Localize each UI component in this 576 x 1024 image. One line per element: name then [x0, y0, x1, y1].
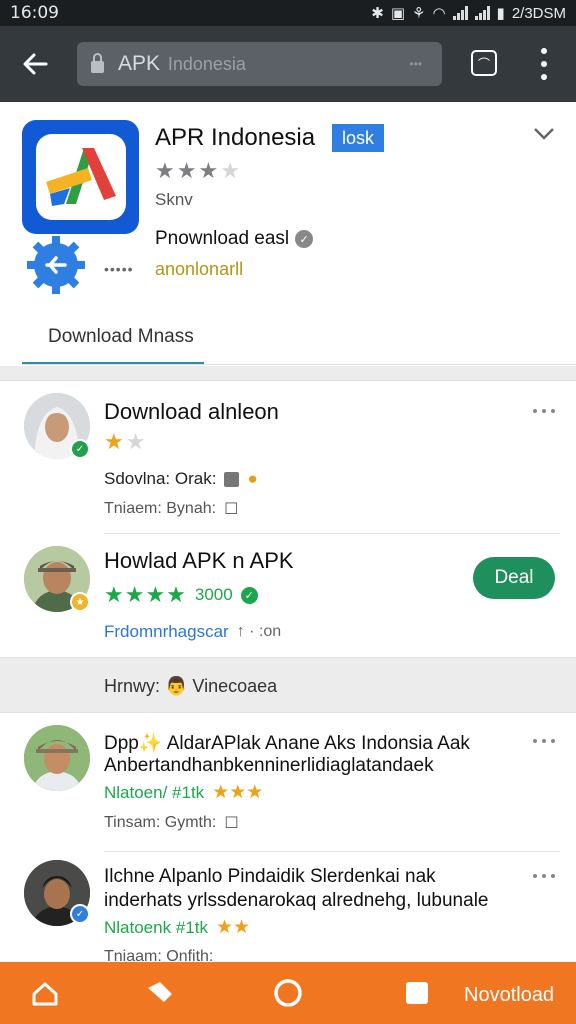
- item-rating-stars: ★ ★: [104, 431, 145, 453]
- item-tag: Nlatoenk #1tk: [104, 917, 208, 937]
- list-item[interactable]: ✓ Download alnleon ★ ★ Sdovlna: Orak: ● …: [0, 381, 576, 531]
- thumbs-up-icon: ☐: [224, 815, 239, 832]
- star-icon: ★: [176, 158, 197, 183]
- item-more-button[interactable]: [533, 409, 555, 413]
- item-link-suffix: ↑ · :on: [236, 623, 282, 640]
- item-title: Dpp✨ AldarAPlak Anane Aks Indonsia Aak: [104, 733, 470, 754]
- app-size: Sknv: [155, 190, 193, 209]
- item-tag: Nlatoen/ #1tk: [104, 782, 205, 802]
- item-tag-row: Nlatoen/ #1tk ★★★: [104, 781, 263, 804]
- list-item[interactable]: ✓ Ilchne Alpanlo Pindaidik Slerdenkai na…: [0, 852, 576, 973]
- star-icon: ★: [104, 429, 124, 454]
- item-meta: Sdovlna: Orak: ●: [104, 469, 258, 489]
- list-item[interactable]: ★ Howlad APK n APK ★★★★ 3000 ✓ Frdomnrha…: [0, 534, 576, 659]
- thumbs-up-icon: ☐: [224, 501, 239, 518]
- rating-value: 3000: [194, 585, 233, 604]
- verified-badge-icon: ✓: [70, 439, 90, 459]
- app-rating-stars: ★ ★ ★ ★: [155, 160, 240, 182]
- url-suffix: •••: [409, 57, 422, 71]
- battery-icon: ▮: [496, 5, 505, 22]
- status-bar: 16:09 ✱ ▣ ⚘ ◠ ▮ 2/3DSM: [0, 0, 576, 26]
- item-meta: Tinsam: Gymth: ☐: [104, 813, 239, 833]
- verified-icon: ✓: [240, 586, 258, 604]
- app-title: APR Indonesia: [155, 124, 316, 151]
- star-icon: ★: [155, 158, 175, 183]
- status-icons: ✱ ▣ ⚘ ◠ ▮ 2/3DSM: [371, 4, 566, 23]
- item-title: Howlad APK n APK: [104, 548, 294, 573]
- rating-stars: ★★: [215, 917, 251, 938]
- deal-button[interactable]: Deal: [473, 557, 555, 599]
- item-title: Download alnleon: [104, 399, 279, 424]
- item-link-row: Frdomnrhagscar ↑ · :on: [104, 622, 281, 642]
- home-icon[interactable]: [30, 980, 60, 1008]
- rating-stars: ★★★: [212, 782, 264, 803]
- status-right-text: 2/3DSM: [511, 4, 566, 22]
- star-empty-icon: ★: [125, 429, 146, 454]
- lock-icon: [91, 52, 104, 73]
- back-button[interactable]: [0, 26, 70, 102]
- item-meta-text: Tniaem: Bynah:: [104, 500, 217, 517]
- url-text-dim: Indonesia: [167, 53, 246, 74]
- item-tag-row: Nlatoenk #1tk ★★: [104, 916, 250, 939]
- bottom-nav-label[interactable]: Novotload: [464, 984, 554, 1007]
- app-header-card: ••••• APR Indonesia losk ★ ★ ★ ★ Sknv Pn…: [0, 102, 576, 366]
- download-line: Pnownload easl ✓: [155, 228, 314, 250]
- list-panel: ✓ Download alnleon ★ ★ Sdovlna: Orak: ● …: [0, 380, 576, 658]
- status-time: 16:09: [10, 3, 59, 23]
- tab-count-icon: ⌒: [477, 56, 490, 71]
- rating-stars: ★★★★: [104, 582, 187, 607]
- checkbox-icon: [224, 471, 240, 487]
- bottom-nav: Novotload: [0, 962, 576, 1024]
- url-bar[interactable]: APK Indonesia •••: [77, 42, 442, 86]
- item-more-button[interactable]: [533, 874, 555, 878]
- overflow-menu-button[interactable]: [535, 48, 553, 80]
- tab-label: Download Mnass: [48, 326, 194, 347]
- list-item[interactable]: Dpp✨ AldarAPlak Anane Aks Indonsia Aak A…: [0, 713, 576, 851]
- verified-icon: ✓: [295, 230, 314, 248]
- item-subtitle: inderhats yrlssdenarokaq alrednehg, lubu…: [104, 890, 489, 911]
- more-dots: •••••: [104, 261, 134, 277]
- back-arrow-icon: [23, 53, 48, 75]
- wifi-icon: ◠: [432, 5, 446, 22]
- item-meta-2: Tniaem: Bynah: ☐: [104, 499, 238, 519]
- item-subtitle: Anbertandhanbkenninerlidiaglatandaek: [104, 755, 434, 776]
- item-title: Ilchne Alpanlo Pindaidik Slerdenkai nak: [104, 866, 436, 887]
- developer-link[interactable]: anonlonarll: [155, 259, 243, 280]
- url-text: APK: [118, 52, 161, 75]
- divider: [22, 364, 576, 365]
- item-meta-text: Sdovlna: Orak:: [104, 469, 217, 488]
- tab-download[interactable]: Download Mnass: [22, 326, 204, 365]
- nfc-icon: ▣: [390, 5, 405, 22]
- tag-icon[interactable]: [146, 980, 174, 1006]
- download-text: Pnownload easl: [155, 228, 290, 249]
- avatar: [24, 725, 90, 791]
- gear-icon[interactable]: [27, 236, 85, 294]
- item-link[interactable]: Frdomnrhagscar: [104, 622, 229, 642]
- bluetooth-icon: ✱: [371, 5, 384, 22]
- star-badge-icon: ★: [70, 592, 90, 612]
- list-panel-2: Dpp✨ AldarAPlak Anane Aks Indonsia Aak A…: [0, 712, 576, 972]
- circle-home-icon[interactable]: [273, 978, 303, 1008]
- section-label: Hrnwy: 👨 Vinecoaea: [104, 676, 278, 696]
- emoji-icon: ●: [247, 469, 258, 488]
- star-empty-icon: ★: [220, 158, 240, 183]
- star-icon: ★: [198, 158, 219, 183]
- signal-icon-2: [474, 6, 490, 20]
- chevron-down-icon[interactable]: [532, 126, 556, 142]
- app-badge[interactable]: losk: [332, 124, 385, 152]
- item-meta-text: Tinsam: Gymth:: [104, 814, 217, 831]
- item-more-button[interactable]: [533, 739, 555, 743]
- item-rating: ★★★★ 3000 ✓: [104, 582, 258, 608]
- tabs-button[interactable]: ⌒: [471, 50, 497, 76]
- signal-icon: [452, 6, 468, 20]
- verified-badge-icon: ✓: [70, 904, 90, 924]
- vibrate-icon: ⚘: [412, 5, 426, 22]
- square-icon[interactable]: [404, 980, 430, 1006]
- app-icon[interactable]: [22, 120, 139, 234]
- browser-toolbar: APK Indonesia ••• ⌒: [0, 26, 576, 102]
